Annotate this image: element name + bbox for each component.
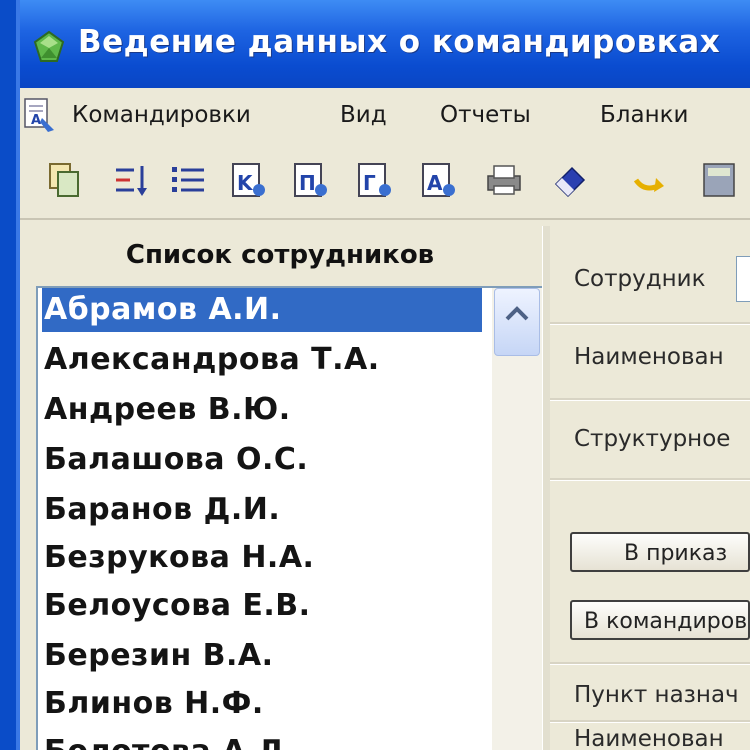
document-icon[interactable]: А [22,96,56,134]
svg-text:Г: Г [363,171,376,195]
gem-icon [33,30,65,62]
list-item[interactable]: Белоусова Е.В. [42,584,484,628]
list-item[interactable]: Болотова А.Д. [42,730,484,750]
menu-forms[interactable]: Бланки [600,102,688,128]
divider [550,322,750,325]
arrow-icon[interactable] [628,160,668,200]
divider [550,398,750,401]
trip-button[interactable]: В командиров [570,600,750,640]
svg-text:А: А [427,171,443,195]
employee-label: Сотрудник [574,266,706,292]
list-item[interactable]: Балашова О.С. [42,438,484,482]
menu-trips[interactable]: Командировки [72,102,251,128]
window-title: Ведение данных о командировках [78,24,721,60]
svg-text:А: А [31,113,41,128]
name-label: Наименован [574,344,724,370]
title-bar[interactable]: Ведение данных о командировках [20,0,750,88]
list-item[interactable]: Баранов Д.И. [42,488,484,532]
report-g-icon[interactable]: Г [354,160,394,200]
report-p-icon[interactable]: П [290,160,330,200]
eraser-icon[interactable] [550,160,590,200]
calculator-icon[interactable] [700,160,740,200]
chevron-up-icon [505,306,529,321]
divider [550,662,750,665]
copy-icon[interactable] [44,160,84,200]
svg-text:K: K [237,171,254,195]
menu-bar: А Командировки Вид Отчеты Бланки [20,88,750,145]
list-item[interactable]: Березин В.А. [42,634,484,678]
window-frame-left [0,0,20,750]
list-icon[interactable] [168,160,208,200]
menu-reports[interactable]: Отчеты [440,102,531,128]
print-icon[interactable] [484,160,524,200]
employee-listbox[interactable]: Абрамов А.И. Александрова Т.А. Андреев В… [36,286,544,750]
menu-view[interactable]: Вид [340,102,387,128]
organization-label: Наименован [574,726,724,750]
report-a-icon[interactable]: А [418,160,458,200]
order-button[interactable]: В приказ [570,532,750,572]
toolbar: K П Г А [20,144,750,220]
destination-label: Пункт назнач [574,682,739,708]
divider [550,478,750,481]
svg-text:П: П [299,171,316,195]
scroll-up-button[interactable] [494,288,540,356]
structure-label: Структурное [574,426,731,452]
list-scrollbar[interactable] [492,288,542,750]
list-item[interactable]: Абрамов А.И. [42,288,482,332]
list-item[interactable]: Блинов Н.Ф. [42,682,484,726]
list-item[interactable]: Александрова Т.А. [42,338,484,382]
list-item[interactable]: Андреев В.Ю. [42,388,484,432]
details-panel: Сотрудник Наименован Структурное В прика… [550,226,750,750]
sort-icon[interactable] [110,160,150,200]
employee-panel: Список сотрудников Абрамов А.И. Александ… [24,226,544,750]
report-k-icon[interactable]: K [228,160,268,200]
list-item[interactable]: Безрукова Н.А. [42,536,484,580]
divider [550,720,750,723]
employee-list-header: Список сотрудников [125,240,435,270]
employee-field[interactable] [736,256,750,302]
